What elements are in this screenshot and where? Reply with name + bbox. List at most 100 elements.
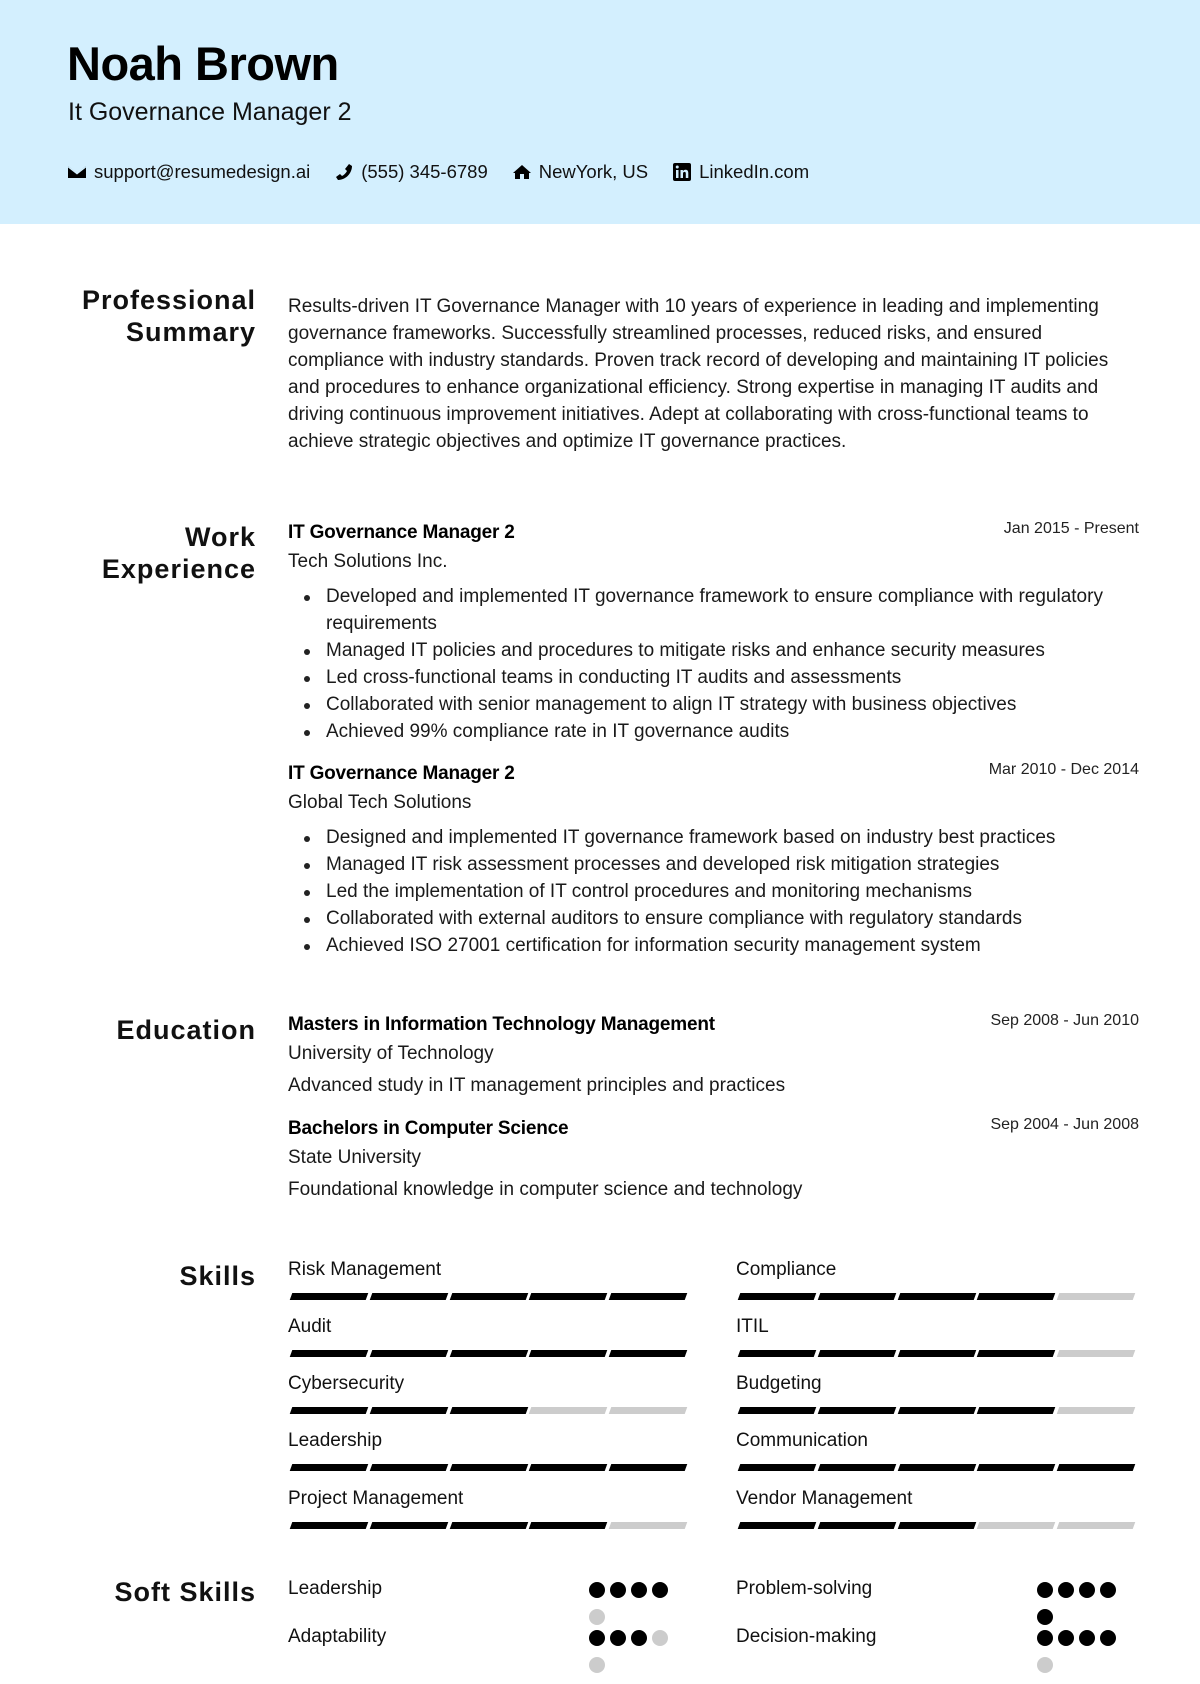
contact-phone-text: (555) 345-6789	[361, 161, 488, 182]
skill-item: Risk Management	[288, 1258, 690, 1300]
skill-item: Compliance	[736, 1258, 1138, 1300]
skill-segment-empty	[1056, 1407, 1136, 1414]
rating-dot-empty	[652, 1630, 668, 1646]
skill-segment-filled	[977, 1407, 1056, 1414]
skill-segment-filled	[737, 1522, 817, 1529]
skill-segment-filled	[897, 1407, 976, 1414]
rating-dot-filled	[1079, 1582, 1095, 1598]
job-company: Global Tech Solutions	[288, 792, 472, 813]
skill-segment-filled	[737, 1350, 817, 1357]
skill-item: Cybersecurity	[288, 1372, 690, 1414]
skill-item: Communication	[736, 1429, 1138, 1471]
job-role: IT Governance Manager 2	[288, 763, 515, 784]
skill-segment-empty	[1056, 1350, 1136, 1357]
rating-dot-filled	[589, 1630, 605, 1646]
skill-segment-filled	[897, 1293, 976, 1300]
skill-segment-filled	[289, 1464, 369, 1471]
candidate-title: It Governance Manager 2	[68, 98, 352, 126]
contact-phone[interactable]: (555) 345-6789	[334, 161, 488, 183]
phone-icon	[336, 164, 353, 180]
skill-segment-filled	[529, 1350, 608, 1357]
skill-segment-filled	[897, 1350, 976, 1357]
education-dates: Sep 2008 - Jun 2010	[990, 1012, 1139, 1029]
education-school: State University	[288, 1147, 422, 1168]
skill-item: ITIL	[736, 1315, 1138, 1357]
skill-segment-filled	[369, 1407, 448, 1414]
skill-segment-filled	[529, 1464, 608, 1471]
skill-segment-filled	[289, 1293, 369, 1300]
skill-name: Vendor Management	[736, 1488, 913, 1509]
rating-dot-filled	[1100, 1582, 1116, 1598]
job-bullet: Collaborated with senior management to a…	[288, 691, 1139, 718]
contact-linkedin[interactable]: LinkedIn.com	[672, 161, 809, 183]
rating-dot-filled	[1058, 1582, 1074, 1598]
soft-skill-rating	[589, 1630, 677, 1684]
skill-segment-empty	[529, 1407, 608, 1414]
section-title-skills: Skills	[179, 1260, 256, 1292]
education-entry: Bachelors in Computer Science Sep 2004 -…	[288, 1116, 1139, 1201]
rating-dot-filled	[589, 1582, 605, 1598]
contact-list: support@resumedesign.ai (555) 345-6789 N…	[67, 161, 833, 183]
job-bullet: Developed and implemented IT governance …	[288, 583, 1139, 637]
soft-skill-rating	[1037, 1582, 1125, 1636]
skill-segment-filled	[897, 1522, 976, 1529]
rating-dot-filled	[610, 1630, 626, 1646]
skill-segment-filled	[977, 1350, 1056, 1357]
skill-item: Project Management	[288, 1487, 690, 1529]
contact-location: NewYork, US	[512, 161, 648, 183]
job-company: Tech Solutions Inc.	[288, 551, 448, 572]
resume-header: Noah Brown It Governance Manager 2 suppo…	[0, 0, 1200, 224]
skill-segment-filled	[449, 1407, 528, 1414]
skill-name: Leadership	[288, 1430, 383, 1451]
skill-level-bar	[288, 1522, 690, 1529]
skill-name: Project Management	[288, 1488, 464, 1509]
summary-text: Results-driven IT Governance Manager wit…	[288, 296, 1109, 453]
job-bullets: Designed and implemented IT governance f…	[288, 824, 1139, 959]
job-dates: Mar 2010 - Dec 2014	[988, 761, 1139, 778]
skill-segment-filled	[897, 1464, 976, 1471]
soft-skill-rating	[1037, 1630, 1125, 1684]
job-bullet: Led cross-functional teams in conducting…	[288, 664, 1139, 691]
section-title-line: Skills	[179, 1261, 256, 1291]
rating-dot-empty	[589, 1609, 605, 1625]
soft-skill-name: Adaptability	[288, 1626, 387, 1647]
skill-segment-filled	[449, 1522, 528, 1529]
candidate-name: Noah Brown	[67, 37, 339, 90]
contact-email[interactable]: support@resumedesign.ai	[67, 161, 310, 183]
section-title-line: Summary	[125, 317, 256, 347]
skill-segment-empty	[608, 1522, 688, 1529]
rating-dot-filled	[652, 1582, 668, 1598]
rating-dot-filled	[631, 1582, 647, 1598]
skill-name: Risk Management	[288, 1259, 442, 1280]
skill-segment-filled	[289, 1407, 369, 1414]
job-bullet: Led the implementation of IT control pro…	[288, 878, 1139, 905]
skill-segment-filled	[289, 1350, 369, 1357]
skill-segment-filled	[977, 1464, 1056, 1471]
skill-level-bar	[736, 1464, 1138, 1471]
rating-dot-filled	[610, 1582, 626, 1598]
soft-skill-name: Problem-solving	[736, 1578, 873, 1599]
rating-dot-empty	[589, 1657, 605, 1673]
skill-segment-filled	[737, 1293, 817, 1300]
skill-level-bar	[288, 1350, 690, 1357]
skill-segment-filled	[529, 1293, 608, 1300]
skill-segment-filled	[817, 1293, 896, 1300]
skill-name: Communication	[736, 1430, 868, 1451]
skill-segment-filled	[289, 1522, 369, 1529]
skill-level-bar	[736, 1350, 1138, 1357]
skill-segment-empty	[977, 1522, 1056, 1529]
rating-dot-filled	[1037, 1609, 1053, 1625]
section-title-line: Soft Skills	[114, 1577, 256, 1607]
education-degree: Masters in Information Technology Manage…	[288, 1014, 715, 1035]
skill-level-bar	[736, 1407, 1138, 1414]
skill-level-bar	[288, 1407, 690, 1414]
section-title-line: Experience	[101, 554, 256, 584]
contact-linkedin-text: LinkedIn.com	[699, 161, 810, 182]
skill-segment-filled	[449, 1464, 528, 1471]
skill-item: Budgeting	[736, 1372, 1138, 1414]
linkedin-icon	[673, 163, 692, 181]
contact-email-text: support@resumedesign.ai	[94, 161, 311, 182]
rating-dot-filled	[1100, 1630, 1116, 1646]
skill-segment-filled	[369, 1522, 448, 1529]
job-bullet: Achieved ISO 27001 certification for inf…	[288, 932, 1139, 959]
